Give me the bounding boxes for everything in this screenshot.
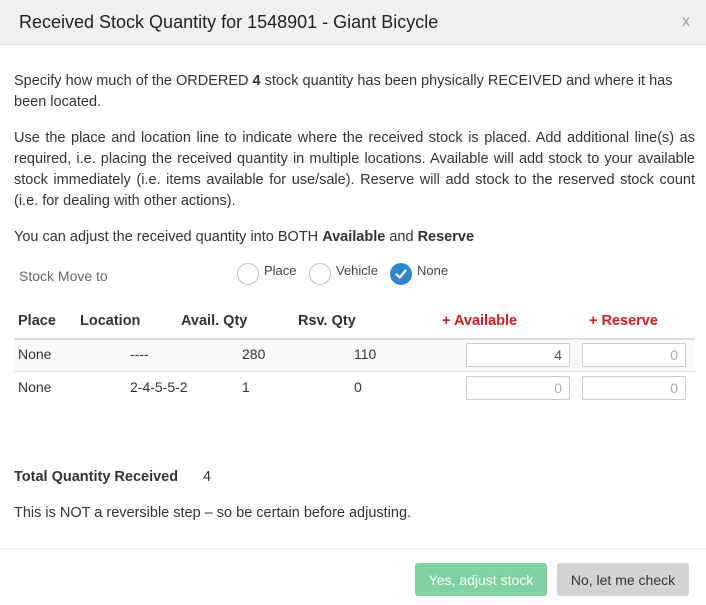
col-header-place: Place bbox=[18, 313, 56, 329]
checkmark-icon bbox=[390, 263, 412, 285]
radio-none[interactable]: None bbox=[390, 262, 448, 286]
cancel-button[interactable]: No, let me check bbox=[557, 563, 689, 596]
stock-move-label: Stock Move to bbox=[19, 268, 108, 284]
row1-add-reserve-input[interactable] bbox=[582, 343, 686, 367]
col-header-plus-available: + Available bbox=[442, 313, 518, 329]
received-stock-dialog: Received Stock Quantity for 1548901 - Gi… bbox=[0, 0, 706, 605]
radio-none-label: None bbox=[417, 262, 449, 278]
radio-circle-icon bbox=[237, 263, 259, 285]
row2-place: None bbox=[18, 379, 52, 395]
table-row-divider bbox=[14, 371, 695, 372]
intro-text-3b: and bbox=[385, 229, 418, 245]
total-quantity-label: Total Quantity Received bbox=[14, 469, 179, 485]
dialog-header: Received Stock Quantity for 1548901 - Gi… bbox=[0, 0, 706, 45]
ordered-qty: 4 bbox=[252, 73, 261, 89]
row2-add-available-input[interactable] bbox=[466, 376, 570, 400]
intro-paragraph-ordered: Specify how much of the ORDERED 4 stock … bbox=[14, 71, 695, 113]
total-quantity-value: 4 bbox=[203, 469, 212, 485]
row1-add-available-input[interactable] bbox=[466, 343, 570, 367]
irreversible-warning: This is NOT a reversible step – so be ce… bbox=[14, 505, 412, 521]
row1-rsv-qty: 110 bbox=[354, 346, 377, 362]
col-header-location: Location bbox=[80, 313, 141, 329]
intro-paragraph-location: Use the place and location line to indic… bbox=[14, 130, 695, 209]
confirm-adjust-button[interactable]: Yes, adjust stock bbox=[415, 563, 547, 596]
col-header-plus-reserve: + Reserve bbox=[589, 313, 658, 329]
reserve-keyword: Reserve bbox=[417, 229, 475, 245]
row2-rsv-qty: 0 bbox=[354, 379, 362, 395]
intro-text-3a: You can adjust the received quantity int… bbox=[14, 229, 323, 245]
radio-place-label: Place bbox=[264, 262, 297, 278]
table-header-divider bbox=[14, 338, 695, 340]
row2-avail-qty: 1 bbox=[242, 379, 250, 395]
dialog-title: Received Stock Quantity for 1548901 - Gi… bbox=[19, 12, 439, 32]
col-header-avail-qty: Avail. Qty bbox=[181, 313, 248, 329]
row2-location: 2-4-5-5-2 bbox=[130, 379, 188, 395]
row1-avail-qty: 280 bbox=[242, 346, 266, 362]
row2-add-reserve-input[interactable] bbox=[582, 376, 686, 400]
intro-text-1a: Specify how much of the ORDERED bbox=[14, 73, 253, 89]
intro-paragraph-adjust: You can adjust the received quantity int… bbox=[14, 227, 695, 248]
col-header-rsv-qty: Rsv. Qty bbox=[298, 313, 356, 329]
row1-place: None bbox=[18, 346, 52, 362]
row1-location: ---- bbox=[130, 346, 149, 362]
radio-vehicle[interactable]: Vehicle bbox=[309, 262, 378, 286]
available-keyword: Available bbox=[322, 229, 386, 245]
radio-place[interactable]: Place bbox=[237, 262, 297, 286]
radio-vehicle-label: Vehicle bbox=[336, 262, 378, 278]
radio-circle-icon bbox=[309, 263, 331, 285]
close-icon[interactable]: x bbox=[682, 13, 690, 31]
footer-divider bbox=[0, 548, 706, 549]
